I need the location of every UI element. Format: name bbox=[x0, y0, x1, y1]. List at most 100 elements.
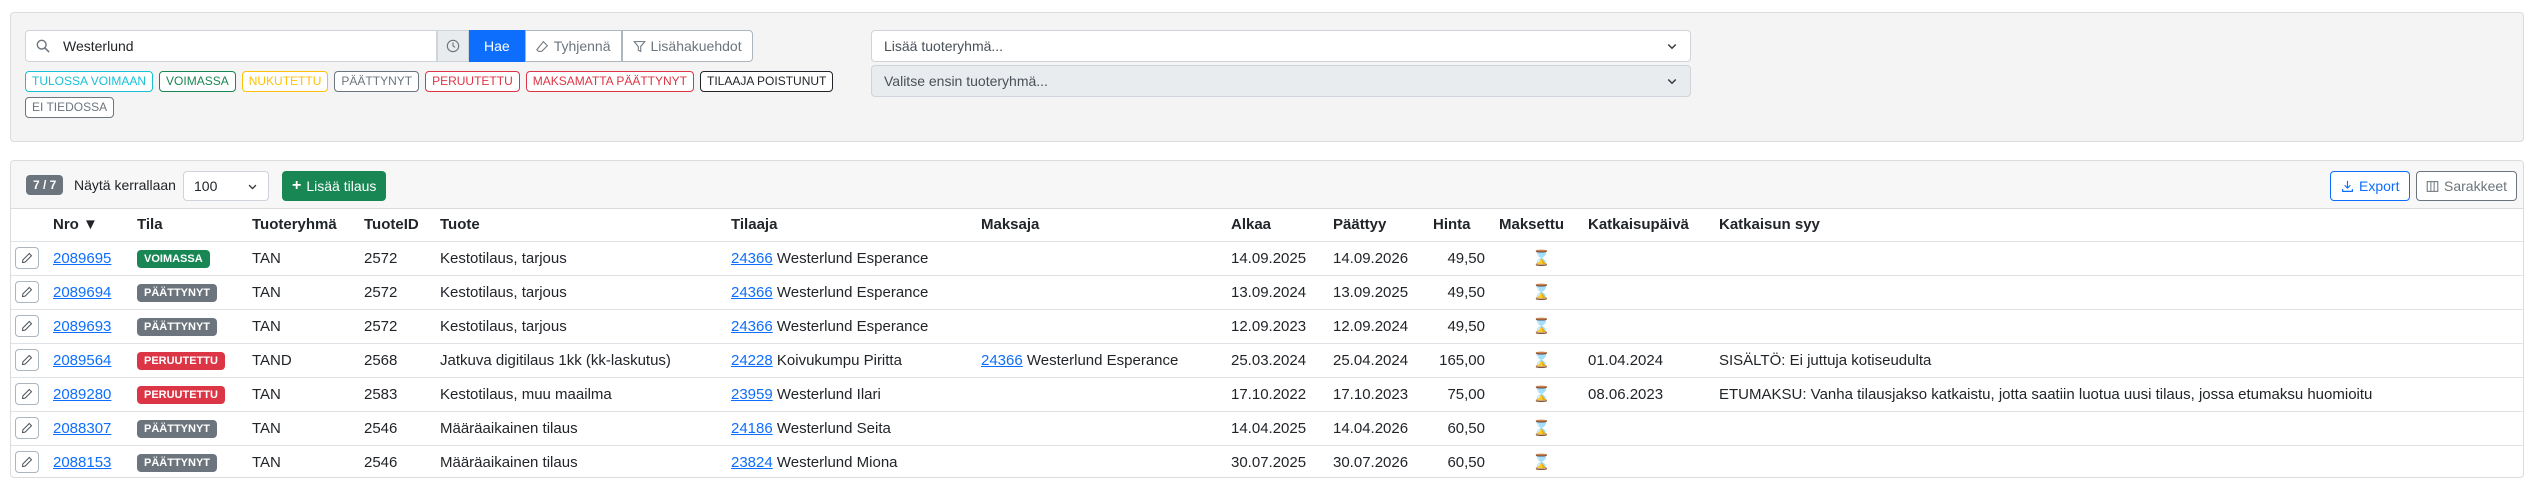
cell-katkaisun-syy bbox=[1715, 411, 2523, 446]
header-alkaa[interactable]: Alkaa bbox=[1227, 209, 1329, 242]
more-filters-button[interactable]: Lisähakuehdot bbox=[621, 30, 753, 62]
cell-maksaja bbox=[977, 445, 1227, 477]
order-number-link[interactable]: 2089694 bbox=[53, 284, 111, 301]
plus-icon: + bbox=[292, 177, 302, 194]
cell-maksaja bbox=[977, 411, 1227, 446]
order-number-link[interactable]: 2089695 bbox=[53, 250, 111, 267]
header-katkaisun-syy[interactable]: Katkaisun syy bbox=[1715, 209, 2523, 242]
order-number-link[interactable]: 2088307 bbox=[53, 420, 111, 437]
status-badge: PÄÄTTYNYT bbox=[137, 419, 217, 438]
status-filter-tag[interactable]: EI TIEDOSSA bbox=[25, 97, 115, 118]
edit-cell bbox=[11, 309, 49, 344]
columns-icon bbox=[2426, 180, 2439, 192]
status-filter-tag[interactable]: PÄÄTTYNYT bbox=[334, 71, 420, 92]
clear-button[interactable]: Tyhjennä bbox=[524, 30, 622, 62]
pencil-icon bbox=[21, 252, 33, 264]
header-katkaisupaiva[interactable]: Katkaisupäivä bbox=[1584, 209, 1715, 242]
order-number-link[interactable]: 2089693 bbox=[53, 318, 111, 335]
result-count-badge: 7 / 7 bbox=[26, 175, 64, 195]
status-filter-tag[interactable]: PERUUTETTU bbox=[425, 71, 520, 92]
columns-button[interactable]: Sarakkeet bbox=[2416, 171, 2518, 201]
cell-katkaisupaiva: 08.06.2023 bbox=[1584, 377, 1715, 412]
edit-button[interactable] bbox=[15, 315, 39, 337]
subscriber-id-link[interactable]: 24186 bbox=[731, 420, 773, 437]
edit-button[interactable] bbox=[15, 417, 39, 439]
header-hinta[interactable]: Hinta bbox=[1429, 209, 1495, 242]
subscriber-id-link[interactable]: 24366 bbox=[731, 284, 773, 301]
cell-katkaisun-syy: SISÄLTÖ: Ei juttuja kotiseudulta bbox=[1715, 343, 2523, 378]
cell-hinta: 165,00 bbox=[1429, 343, 1495, 378]
status-filter-tag[interactable]: MAKSAMATTA PÄÄTTYNYT bbox=[525, 71, 694, 92]
edit-button[interactable] bbox=[15, 451, 39, 474]
cell-tuoteryhma: TAN bbox=[248, 241, 360, 276]
clock-icon bbox=[446, 39, 460, 53]
cell-tilaaja: 24366 Westerlund Esperance bbox=[727, 275, 977, 310]
cell-tuote: Kestotilaus, tarjous bbox=[436, 241, 727, 276]
header-nro[interactable]: Nro ▼ bbox=[49, 209, 133, 242]
search-input[interactable] bbox=[59, 30, 437, 62]
orders-table: Nro ▼ Tila Tuoteryhmä TuoteID Tuote Tila… bbox=[11, 209, 2523, 477]
table-row: 2089564 PERUUTETTU TAND 2568 Jatkuva digitil… bbox=[11, 343, 2523, 378]
status-filter-tag[interactable]: NUKUTETTU bbox=[241, 71, 329, 92]
edit-cell bbox=[11, 343, 49, 378]
export-label: Export bbox=[2359, 178, 2400, 194]
order-number-link[interactable]: 2088153 bbox=[53, 454, 111, 471]
edit-cell bbox=[11, 241, 49, 276]
cell-tuoteid: 2572 bbox=[360, 241, 436, 276]
header-tila[interactable]: Tila bbox=[133, 209, 248, 242]
cell-tuoteryhma: TAND bbox=[248, 343, 360, 378]
header-paattyy[interactable]: Päättyy bbox=[1329, 209, 1429, 242]
subscriber-name: Westerlund Miona bbox=[776, 453, 898, 471]
cell-paattyy: 25.04.2024 bbox=[1329, 343, 1429, 378]
header-maksaja[interactable]: Maksaja bbox=[977, 209, 1227, 242]
header-tuote[interactable]: Tuote bbox=[436, 209, 727, 242]
search-button[interactable]: Hae bbox=[469, 30, 525, 62]
per-page-select[interactable]: 100 bbox=[183, 171, 269, 201]
header-maksettu[interactable]: Maksettu bbox=[1495, 209, 1584, 242]
cell-tuote: Määräaikainen tilaus bbox=[436, 411, 727, 446]
header-tilaaja[interactable]: Tilaaja bbox=[727, 209, 977, 242]
edit-button[interactable] bbox=[15, 349, 39, 371]
cell-katkaisupaiva bbox=[1584, 241, 1715, 276]
cell-hinta: 60,50 bbox=[1429, 411, 1495, 446]
edit-button[interactable] bbox=[15, 281, 39, 303]
status-badge: VOIMASSA bbox=[137, 249, 210, 268]
results-toolbar: 7 / 7 Näytä kerrallaan 100 + Lisää tilau… bbox=[11, 161, 2523, 209]
header-edit bbox=[11, 209, 49, 242]
cell-tuote: Määräaikainen tilaus bbox=[440, 453, 578, 471]
subscriber-id-link[interactable]: 24366 bbox=[731, 250, 773, 267]
payer-id-link[interactable]: 24366 bbox=[981, 352, 1023, 369]
pencil-icon bbox=[21, 354, 33, 366]
cell-hinta: 60,50 bbox=[1447, 453, 1485, 471]
subscriber-id-link[interactable]: 23959 bbox=[731, 386, 773, 403]
subscriber-name: Westerlund Ilari bbox=[776, 385, 881, 403]
header-tuoteid[interactable]: TuoteID bbox=[360, 209, 436, 242]
product-group-placeholder: Lisää tuoteryhmä... bbox=[884, 38, 1004, 54]
status-filter-tag[interactable]: VOIMASSA bbox=[159, 71, 236, 92]
subscriber-id-link[interactable]: 23824 bbox=[731, 454, 773, 471]
export-button[interactable]: Export bbox=[2330, 171, 2411, 201]
history-button[interactable] bbox=[437, 30, 469, 62]
add-order-button[interactable]: + Lisää tilaus bbox=[282, 171, 387, 201]
header-tuoteryhma[interactable]: Tuoteryhmä bbox=[248, 209, 360, 242]
cell-nro: 2089564 bbox=[49, 343, 133, 378]
table-row: 2088153 PÄÄTTYNYT TAN 2546 Määräaikainen til… bbox=[11, 445, 2523, 477]
edit-button[interactable] bbox=[15, 383, 39, 405]
edit-button[interactable] bbox=[15, 247, 39, 269]
subscriber-id-link[interactable]: 24228 bbox=[731, 352, 773, 369]
status-filter-tag[interactable]: TILAAJA POISTUNUT bbox=[700, 71, 834, 92]
cell-tuoteid: 2572 bbox=[360, 275, 436, 310]
product-select: Valitse ensin tuoteryhmä... bbox=[871, 65, 1691, 97]
product-group-select[interactable]: Lisää tuoteryhmä... bbox=[871, 30, 1691, 62]
subscriber-id-link[interactable]: 24366 bbox=[731, 318, 773, 335]
status-filter-tag[interactable]: TULOSSA VOIMAAN bbox=[25, 71, 154, 92]
status-badge: PÄÄTTYNYT bbox=[137, 453, 217, 472]
cell-alkaa: 14.04.2025 bbox=[1227, 411, 1329, 446]
cell-maksaja bbox=[977, 309, 1227, 344]
hourglass-icon: ⌛ bbox=[1495, 275, 1584, 310]
cell-nro: 2089695 bbox=[49, 241, 133, 276]
pencil-icon bbox=[21, 286, 33, 298]
order-number-link[interactable]: 2089280 bbox=[53, 386, 111, 403]
order-number-link[interactable]: 2089564 bbox=[53, 352, 111, 369]
cell-tuoteryhma: TAN bbox=[248, 309, 360, 344]
